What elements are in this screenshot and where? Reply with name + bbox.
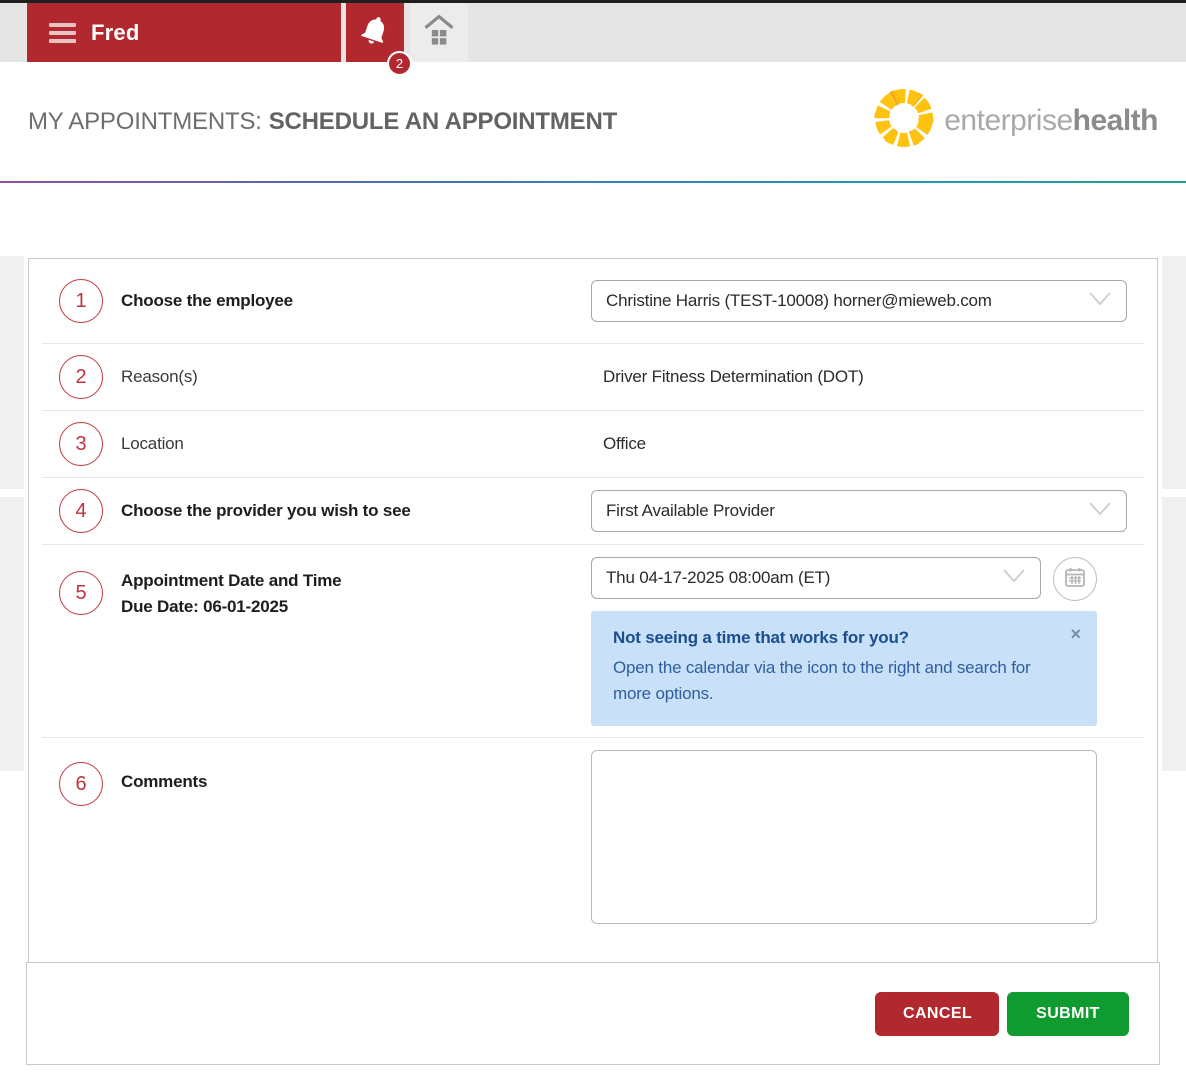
form-row-employee: 1 Choose the employee Christine Harris (… <box>42 259 1144 343</box>
step-number-badge: 4 <box>59 489 103 533</box>
step-number-badge: 3 <box>59 422 103 466</box>
notification-badge: 2 <box>387 51 412 76</box>
enterprise-health-logo: enterprisehealth <box>872 86 1158 155</box>
alert-title: Not seeing a time that works for you? <box>613 628 1077 648</box>
employee-select[interactable]: Christine Harris (TEST-10008) horner@mie… <box>591 280 1127 322</box>
sunburst-icon <box>872 86 936 155</box>
user-menu-tab[interactable]: Fred <box>27 3 341 62</box>
calendar-icon <box>1063 565 1087 594</box>
employee-select-value: Christine Harris (TEST-10008) horner@mie… <box>606 291 992 311</box>
notifications-tab[interactable]: 2 <box>346 3 404 62</box>
location-value: Office <box>591 434 1127 454</box>
provider-label: Choose the provider you wish to see <box>121 501 411 521</box>
chevron-down-icon <box>1002 568 1026 588</box>
background-strip <box>0 256 24 489</box>
comments-input[interactable] <box>591 750 1097 924</box>
employee-label: Choose the employee <box>121 291 293 311</box>
alert-body: Open the calendar via the icon to the ri… <box>613 655 1053 707</box>
user-name: Fred <box>91 20 139 46</box>
step-number-badge: 5 <box>59 571 103 615</box>
page-title-prefix: MY APPOINTMENTS: <box>28 108 262 135</box>
background-strip <box>1162 256 1186 489</box>
app-header: Fred 2 <box>0 3 1186 62</box>
home-tab[interactable] <box>410 3 468 62</box>
open-calendar-button[interactable] <box>1053 557 1097 601</box>
datetime-select-value: Thu 04-17-2025 08:00am (ET) <box>606 568 830 588</box>
step-number-badge: 2 <box>59 355 103 399</box>
form-row-provider: 4 Choose the provider you wish to see Fi… <box>42 477 1144 544</box>
page-title-main: SCHEDULE AN APPOINTMENT <box>269 108 617 135</box>
comments-label: Comments <box>121 762 207 792</box>
logo-text: enterprisehealth <box>944 104 1158 138</box>
step-number-badge: 6 <box>59 762 103 806</box>
header-gradient-divider <box>0 181 1186 183</box>
time-help-alert: Not seeing a time that works for you? Op… <box>591 611 1097 726</box>
step-number-badge: 1 <box>59 279 103 323</box>
datetime-select[interactable]: Thu 04-17-2025 08:00am (ET) <box>591 557 1041 599</box>
logo-text-light: enterprise <box>944 104 1072 137</box>
bell-icon <box>358 13 392 52</box>
submit-button[interactable]: SUBMIT <box>1007 992 1129 1036</box>
reasons-value: Driver Fitness Determination (DOT) <box>591 367 1127 387</box>
form-row-datetime: 5 Appointment Date and Time Due Date: 06… <box>42 544 1144 737</box>
title-section: MY APPOINTMENTS:SCHEDULE AN APPOINTMENT … <box>0 62 1186 181</box>
form-row-comments: 6 Comments <box>42 737 1144 967</box>
background-strip <box>0 497 24 771</box>
datetime-label: Appointment Date and Time <box>121 571 341 591</box>
chevron-down-icon <box>1088 501 1112 521</box>
close-icon[interactable]: × <box>1070 625 1081 643</box>
hamburger-icon <box>49 23 76 43</box>
form-footer: CANCEL SUBMIT <box>26 962 1160 1065</box>
page-title: MY APPOINTMENTS: SCHEDULE AN APPOINTMENT <box>28 108 617 136</box>
location-label: Location <box>121 434 184 454</box>
reasons-label: Reason(s) <box>121 367 198 387</box>
provider-select[interactable]: First Available Provider <box>591 490 1127 532</box>
provider-select-value: First Available Provider <box>606 501 775 521</box>
form-row-reasons: 2 Reason(s) Driver Fitness Determination… <box>42 343 1144 410</box>
background-strip <box>1162 497 1186 771</box>
home-icon <box>421 12 457 53</box>
logo-text-bold: health <box>1073 104 1158 137</box>
chevron-down-icon <box>1088 291 1112 311</box>
cancel-button[interactable]: CANCEL <box>875 992 999 1036</box>
appointment-form-card: 1 Choose the employee Christine Harris (… <box>28 258 1158 968</box>
due-date-label: Due Date: 06-01-2025 <box>121 597 341 617</box>
form-row-location: 3 Location Office <box>42 410 1144 477</box>
